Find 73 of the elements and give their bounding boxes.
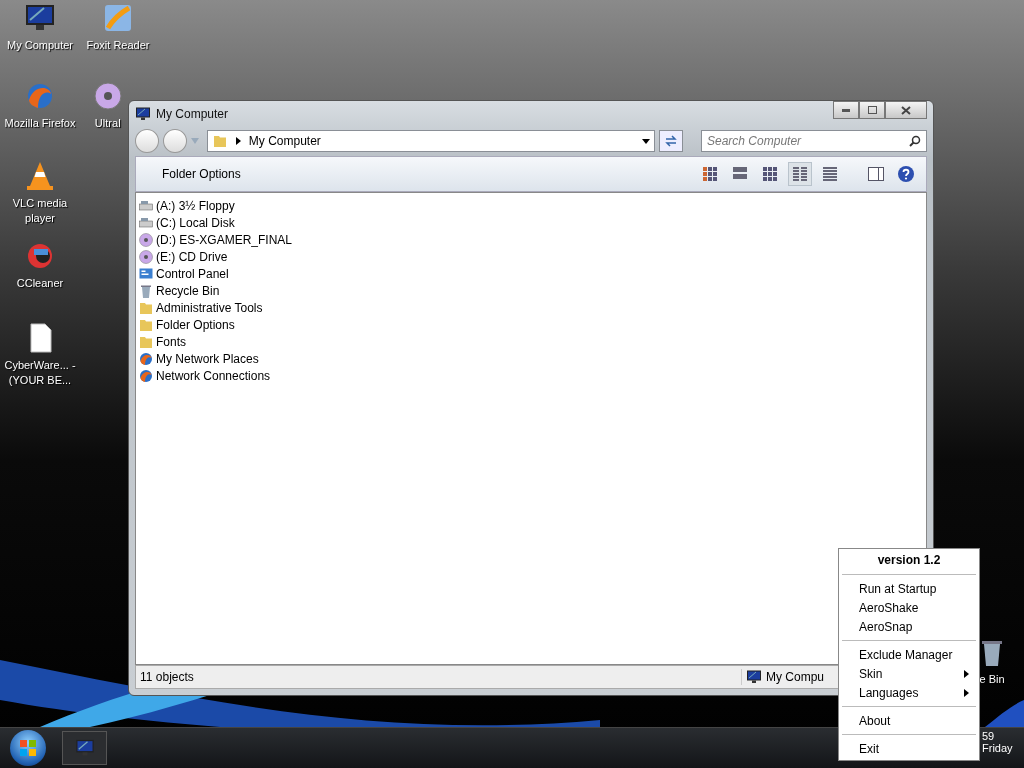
- status-text: 11 objects: [139, 670, 195, 684]
- list-item[interactable]: Control Panel: [156, 266, 229, 281]
- close-icon: [901, 105, 911, 115]
- start-button[interactable]: [10, 730, 46, 766]
- list-item[interactable]: Fonts: [156, 334, 186, 349]
- refresh-icon: [664, 135, 679, 147]
- menu-item[interactable]: Skin: [839, 664, 979, 683]
- list-item[interactable]: Folder Options: [156, 317, 235, 332]
- desktop-icon-label[interactable]: VLC media player: [0, 196, 80, 226]
- search-field[interactable]: Search Computer: [701, 130, 927, 152]
- submenu-arrow-icon: [964, 688, 969, 697]
- desktop-icon-label[interactable]: CCleaner: [16, 276, 64, 291]
- help-icon: [897, 165, 915, 183]
- desktop-icon-label[interactable]: UltraI: [94, 116, 122, 131]
- globe-icon: [138, 350, 154, 367]
- preview-pane-icon: [868, 167, 884, 181]
- back-button[interactable]: [135, 129, 159, 153]
- disc-icon: [138, 231, 154, 248]
- minimize-button[interactable]: [833, 101, 859, 119]
- desktop-icon-label[interactable]: e Bin: [979, 672, 1005, 687]
- globe-icon: [138, 367, 154, 384]
- disc-icon: [138, 248, 154, 265]
- refresh-button[interactable]: [659, 130, 683, 152]
- maximize-icon: [867, 106, 877, 114]
- view-icon: [822, 166, 838, 182]
- address-bar[interactable]: My Computer: [206, 130, 656, 152]
- menu-item[interactable]: Run at Startup: [839, 579, 979, 598]
- search-icon[interactable]: [909, 135, 921, 147]
- folder-icon: [211, 133, 228, 149]
- desktop-icon-label[interactable]: My Computer: [7, 38, 73, 53]
- pen-icon: [102, 2, 134, 34]
- view-button[interactable]: [788, 162, 812, 186]
- menu-item[interactable]: Exit: [839, 739, 979, 758]
- wallpaper-wave: [985, 700, 1024, 727]
- monitor-icon: [74, 738, 95, 758]
- close-button[interactable]: [885, 101, 927, 119]
- menu-item[interactable]: About: [839, 711, 979, 730]
- clock-time: 59: [982, 730, 995, 742]
- list-item[interactable]: Recycle Bin: [156, 283, 220, 298]
- menu-item[interactable]: AeroSnap: [839, 617, 979, 636]
- list-item[interactable]: (D:) ES-XGAMER_FINAL: [156, 232, 293, 247]
- monitor-icon: [746, 669, 762, 685]
- windows-logo-icon: [20, 740, 36, 756]
- list-item[interactable]: Administrative Tools: [156, 300, 263, 315]
- list-item[interactable]: My Network Places: [156, 351, 259, 366]
- maximize-button[interactable]: [859, 101, 885, 119]
- desktop-icon-label[interactable]: CyberWare... - (YOUR BE...: [0, 358, 80, 388]
- chevron-icon: [235, 137, 241, 145]
- folder-options-button[interactable]: Folder Options: [162, 165, 241, 183]
- menu-item[interactable]: Exclude Manager: [839, 645, 979, 664]
- monitor-icon: [135, 105, 151, 122]
- menu-item[interactable]: Languages: [839, 683, 979, 702]
- disc-icon: [92, 80, 124, 112]
- view-icon: [732, 166, 748, 182]
- traffic-cone-icon: [24, 160, 56, 192]
- view-icon: [762, 166, 778, 182]
- list-item[interactable]: Network Connections: [156, 368, 271, 383]
- list-item[interactable]: (A:) 3½ Floppy: [156, 198, 235, 213]
- forward-button[interactable]: [162, 129, 187, 153]
- window-title: My Computer: [156, 106, 230, 121]
- clock-day: Friday: [982, 742, 1013, 754]
- list-item[interactable]: (C:) Local Disk: [156, 215, 235, 230]
- status-location: My Compu: [766, 670, 824, 684]
- view-icon: [702, 166, 718, 182]
- minimize-icon: [842, 108, 850, 112]
- desktop-icon-label[interactable]: Foxit Reader: [86, 38, 150, 53]
- view-icon: [792, 166, 808, 182]
- list-item[interactable]: (E:) CD Drive: [156, 249, 228, 264]
- caret-icon[interactable]: [642, 138, 651, 144]
- menu-item[interactable]: AeroShake: [839, 598, 979, 617]
- desktop-icon-label[interactable]: Mozilla Firefox: [4, 116, 76, 131]
- submenu-arrow-icon: [964, 669, 969, 678]
- menu-header: version 1.2: [876, 552, 942, 569]
